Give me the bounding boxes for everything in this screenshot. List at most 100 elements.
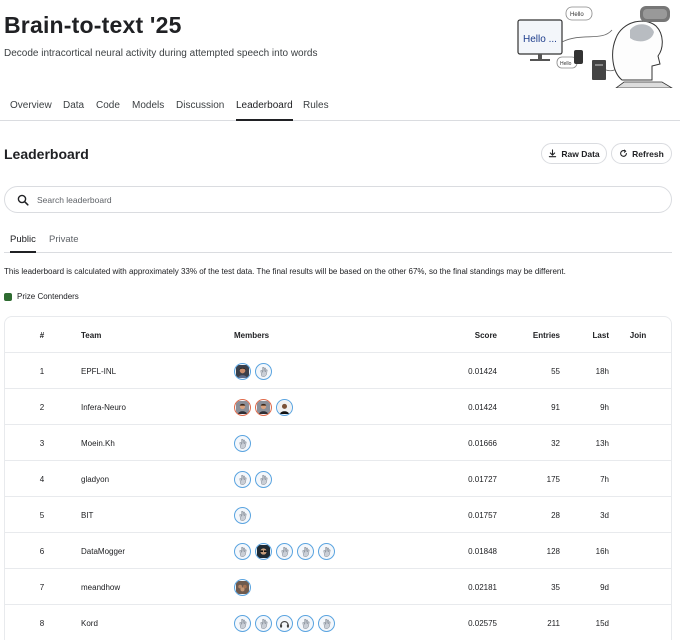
members-cell — [234, 461, 272, 497]
member-avatar[interactable] — [255, 470, 272, 488]
hand-icon — [260, 366, 268, 377]
hand-icon — [239, 510, 247, 521]
hand-icon — [260, 618, 268, 629]
join-cell — [625, 353, 651, 389]
refresh-button[interactable]: Refresh — [611, 143, 672, 164]
banner-bubble-2: Hello — [560, 61, 572, 67]
members-cell — [234, 569, 251, 605]
members-cell — [234, 389, 293, 425]
leaderboard-table: # Team Members Score Entries Last Join 1… — [4, 316, 672, 640]
column-header-members: Members — [234, 330, 270, 340]
member-avatar[interactable] — [234, 398, 251, 416]
score-cell: 0.01848 — [468, 546, 497, 556]
column-header-join: Join — [629, 330, 647, 340]
rank-cell: 4 — [39, 474, 45, 484]
tab-private[interactable]: Private — [49, 234, 79, 253]
members-cell — [234, 533, 335, 569]
last-submission-cell: 15d — [595, 618, 609, 628]
team-name-link[interactable]: EPFL-INL — [81, 353, 116, 389]
leaderboard-search — [4, 186, 672, 213]
raw-data-label: Raw Data — [561, 148, 600, 159]
member-avatar[interactable] — [234, 578, 251, 596]
team-name-link[interactable]: meandhow — [81, 569, 120, 605]
score-cell: 0.01727 — [468, 474, 497, 484]
column-header-team: Team — [81, 330, 102, 340]
member-avatar[interactable] — [276, 398, 293, 416]
member-avatar[interactable] — [255, 542, 272, 560]
member-avatar[interactable] — [276, 542, 293, 560]
member-avatar[interactable] — [318, 542, 335, 560]
tab-data[interactable]: Data — [63, 100, 84, 121]
leaderboard-heading: Leaderboard — [4, 146, 89, 162]
tab-discussion[interactable]: Discussion — [176, 100, 224, 121]
team-name-link[interactable]: gladyon — [81, 461, 109, 497]
profile-photo-icon — [257, 544, 270, 558]
join-cell — [625, 389, 651, 425]
tab-code[interactable]: Code — [96, 100, 120, 121]
rank-cell: 8 — [39, 618, 45, 628]
search-input[interactable] — [37, 194, 637, 205]
member-avatar[interactable] — [234, 362, 251, 380]
competition-title: Brain-to-text '25 — [4, 12, 182, 38]
headphones-icon — [280, 620, 289, 628]
join-cell — [625, 533, 651, 569]
member-avatar[interactable] — [255, 398, 272, 416]
member-avatar[interactable] — [255, 362, 272, 380]
member-avatar[interactable] — [297, 542, 314, 560]
team-name-link[interactable]: Kord — [81, 605, 98, 640]
member-avatar[interactable] — [297, 614, 314, 632]
table-row: 8 Kord 0.02575 211 15d — [5, 605, 671, 640]
member-avatar[interactable] — [234, 434, 251, 452]
entries-cell: 32 — [551, 438, 560, 448]
member-avatar[interactable] — [234, 506, 251, 524]
member-avatar[interactable] — [234, 470, 251, 488]
search-icon — [17, 194, 29, 206]
column-header-score: Score — [474, 330, 497, 340]
profile-photo-icon — [236, 400, 249, 414]
member-avatar[interactable] — [234, 542, 251, 560]
team-name-link[interactable]: BIT — [81, 497, 93, 533]
rank-cell: 5 — [39, 510, 45, 520]
competition-subtitle: Decode intracortical neural activity dur… — [4, 48, 318, 59]
team-name-link[interactable]: DataMogger — [81, 533, 125, 569]
tab-rules[interactable]: Rules — [303, 100, 329, 121]
members-cell — [234, 425, 251, 461]
members-cell — [234, 605, 335, 640]
last-submission-cell: 7h — [600, 474, 609, 484]
rank-cell: 7 — [39, 582, 45, 592]
profile-photo-icon — [236, 364, 249, 378]
table-header-row: # Team Members Score Entries Last Join — [5, 317, 671, 353]
tab-models[interactable]: Models — [132, 100, 164, 121]
rank-cell: 3 — [39, 438, 45, 448]
banner-bubble-1: Hello — [570, 12, 584, 18]
team-name-link[interactable]: Infera-Neuro — [81, 389, 126, 425]
score-cell: 0.01424 — [468, 366, 497, 376]
hand-icon — [302, 618, 310, 629]
score-cell: 0.01757 — [468, 510, 497, 520]
member-avatar[interactable] — [318, 614, 335, 632]
rank-cell: 2 — [39, 402, 45, 412]
refresh-label: Refresh — [632, 148, 664, 159]
member-avatar[interactable] — [234, 614, 251, 632]
score-cell: 0.02181 — [468, 582, 497, 592]
tab-leaderboard[interactable]: Leaderboard — [236, 100, 293, 121]
tab-overview[interactable]: Overview — [10, 100, 52, 121]
team-name-link[interactable]: Moein.Kh — [81, 425, 115, 461]
member-avatar[interactable] — [255, 614, 272, 632]
refresh-icon — [620, 149, 628, 157]
members-cell — [234, 497, 251, 533]
banner-screen-text: Hello ... — [523, 34, 557, 45]
member-avatar[interactable] — [276, 614, 293, 632]
join-cell — [625, 569, 651, 605]
hand-icon — [239, 438, 247, 449]
leaderboard-subtabs: Public Private — [4, 228, 672, 253]
prize-legend-label: Prize Contenders — [17, 292, 79, 301]
tab-public[interactable]: Public — [10, 234, 36, 253]
entries-cell: 175 — [546, 474, 560, 484]
leaderboard-notice: This leaderboard is calculated with appr… — [4, 267, 566, 276]
last-submission-cell: 18h — [595, 366, 609, 376]
column-header-entries: Entries — [532, 330, 560, 340]
last-submission-cell: 3d — [600, 510, 609, 520]
raw-data-button[interactable]: Raw Data — [541, 143, 607, 164]
join-cell — [625, 605, 651, 640]
